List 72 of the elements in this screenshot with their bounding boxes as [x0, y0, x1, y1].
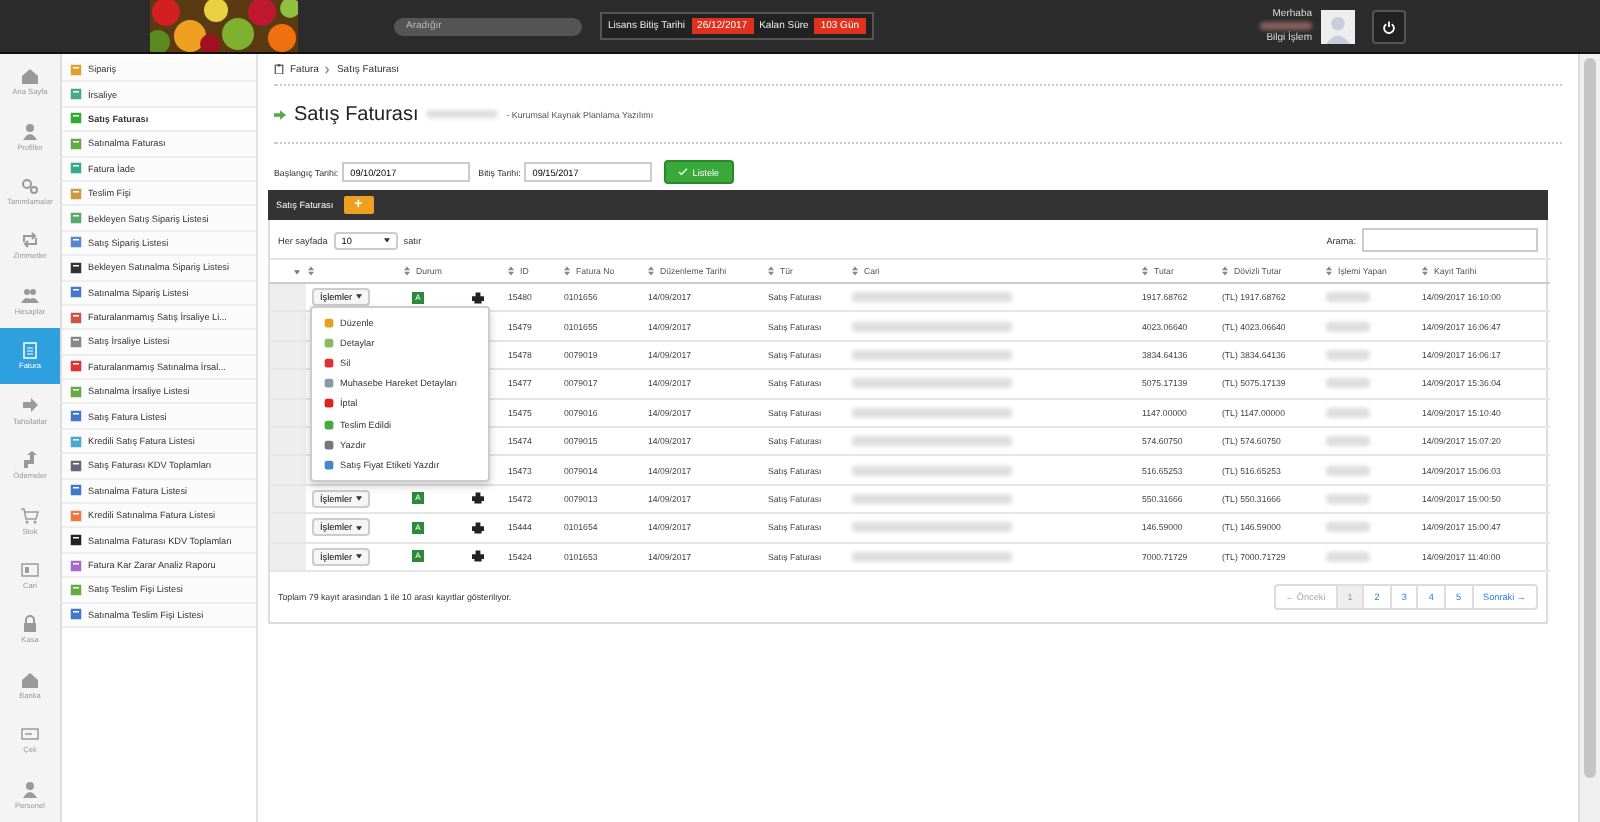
document-icon [70, 509, 82, 522]
sort-icon[interactable] [768, 265, 774, 275]
document-icon [70, 583, 82, 596]
power-icon [1382, 19, 1396, 33]
scrollbar[interactable] [1578, 54, 1600, 822]
document-icon [70, 608, 82, 621]
sort-icon[interactable] [1422, 265, 1428, 275]
sort-icon[interactable] [1222, 265, 1228, 275]
document-icon [70, 534, 82, 547]
arrows-icon [20, 230, 40, 251]
sort-icon[interactable] [648, 265, 654, 275]
sort-icon[interactable] [852, 265, 858, 275]
avatar-icon[interactable] [1320, 9, 1356, 43]
blurred-text [1326, 493, 1370, 504]
cart-icon [20, 505, 40, 526]
arrow-icon [20, 450, 40, 471]
document-icon [70, 385, 82, 398]
power-button[interactable] [1372, 9, 1406, 43]
caret-icon [356, 496, 363, 502]
document-icon [70, 435, 82, 448]
person-icon [20, 779, 40, 800]
document-icon [70, 63, 82, 76]
arrow-icon [20, 395, 40, 416]
card-icon [20, 560, 40, 580]
clipboard-icon [20, 340, 40, 361]
blurred-text [1326, 349, 1370, 360]
chevron-icon [324, 65, 331, 73]
blurred-text [1326, 378, 1370, 389]
document-icon [70, 559, 82, 571]
caret-icon [356, 294, 363, 300]
document-icon [70, 286, 82, 299]
sort-icon[interactable] [308, 265, 314, 275]
page-title: Satış Faturası [294, 103, 419, 125]
document-icon [70, 360, 82, 373]
blurred-text [1326, 321, 1370, 332]
document-icon [70, 112, 82, 125]
blurred-text [1326, 292, 1370, 303]
blurred-text [1326, 551, 1370, 562]
sort-icon[interactable] [404, 265, 410, 275]
sort-icon[interactable] [564, 265, 570, 275]
document-icon [70, 236, 82, 249]
blurred-text [1260, 22, 1312, 30]
arrow-icon [274, 109, 286, 119]
document-icon [70, 212, 82, 225]
blurred-text [1326, 407, 1370, 418]
gears-icon [20, 176, 40, 197]
lock-icon [20, 614, 40, 635]
document-icon [70, 187, 82, 200]
document-icon [70, 137, 82, 150]
caret-icon [383, 237, 390, 243]
people-icon [20, 285, 40, 306]
caret-icon [356, 525, 363, 531]
blurred-text [1326, 465, 1370, 476]
document-icon [70, 88, 82, 101]
caret-icon [356, 553, 363, 559]
search-field[interactable] [1362, 228, 1538, 252]
document-icon [70, 311, 82, 324]
sort-icon[interactable] [1326, 265, 1332, 275]
blurred-text [1326, 522, 1370, 533]
sort-icon[interactable] [1142, 265, 1148, 275]
person-icon [20, 121, 40, 142]
document-icon [70, 484, 82, 497]
document-icon [70, 335, 82, 348]
clipboard-icon [274, 64, 284, 74]
home-icon [20, 66, 40, 87]
document-icon [70, 261, 82, 274]
blurred-text [1326, 436, 1370, 447]
document-icon [70, 162, 82, 175]
document-icon [70, 410, 82, 423]
house-icon [20, 669, 40, 690]
document-icon [70, 459, 82, 472]
sort-icon[interactable] [508, 265, 514, 275]
